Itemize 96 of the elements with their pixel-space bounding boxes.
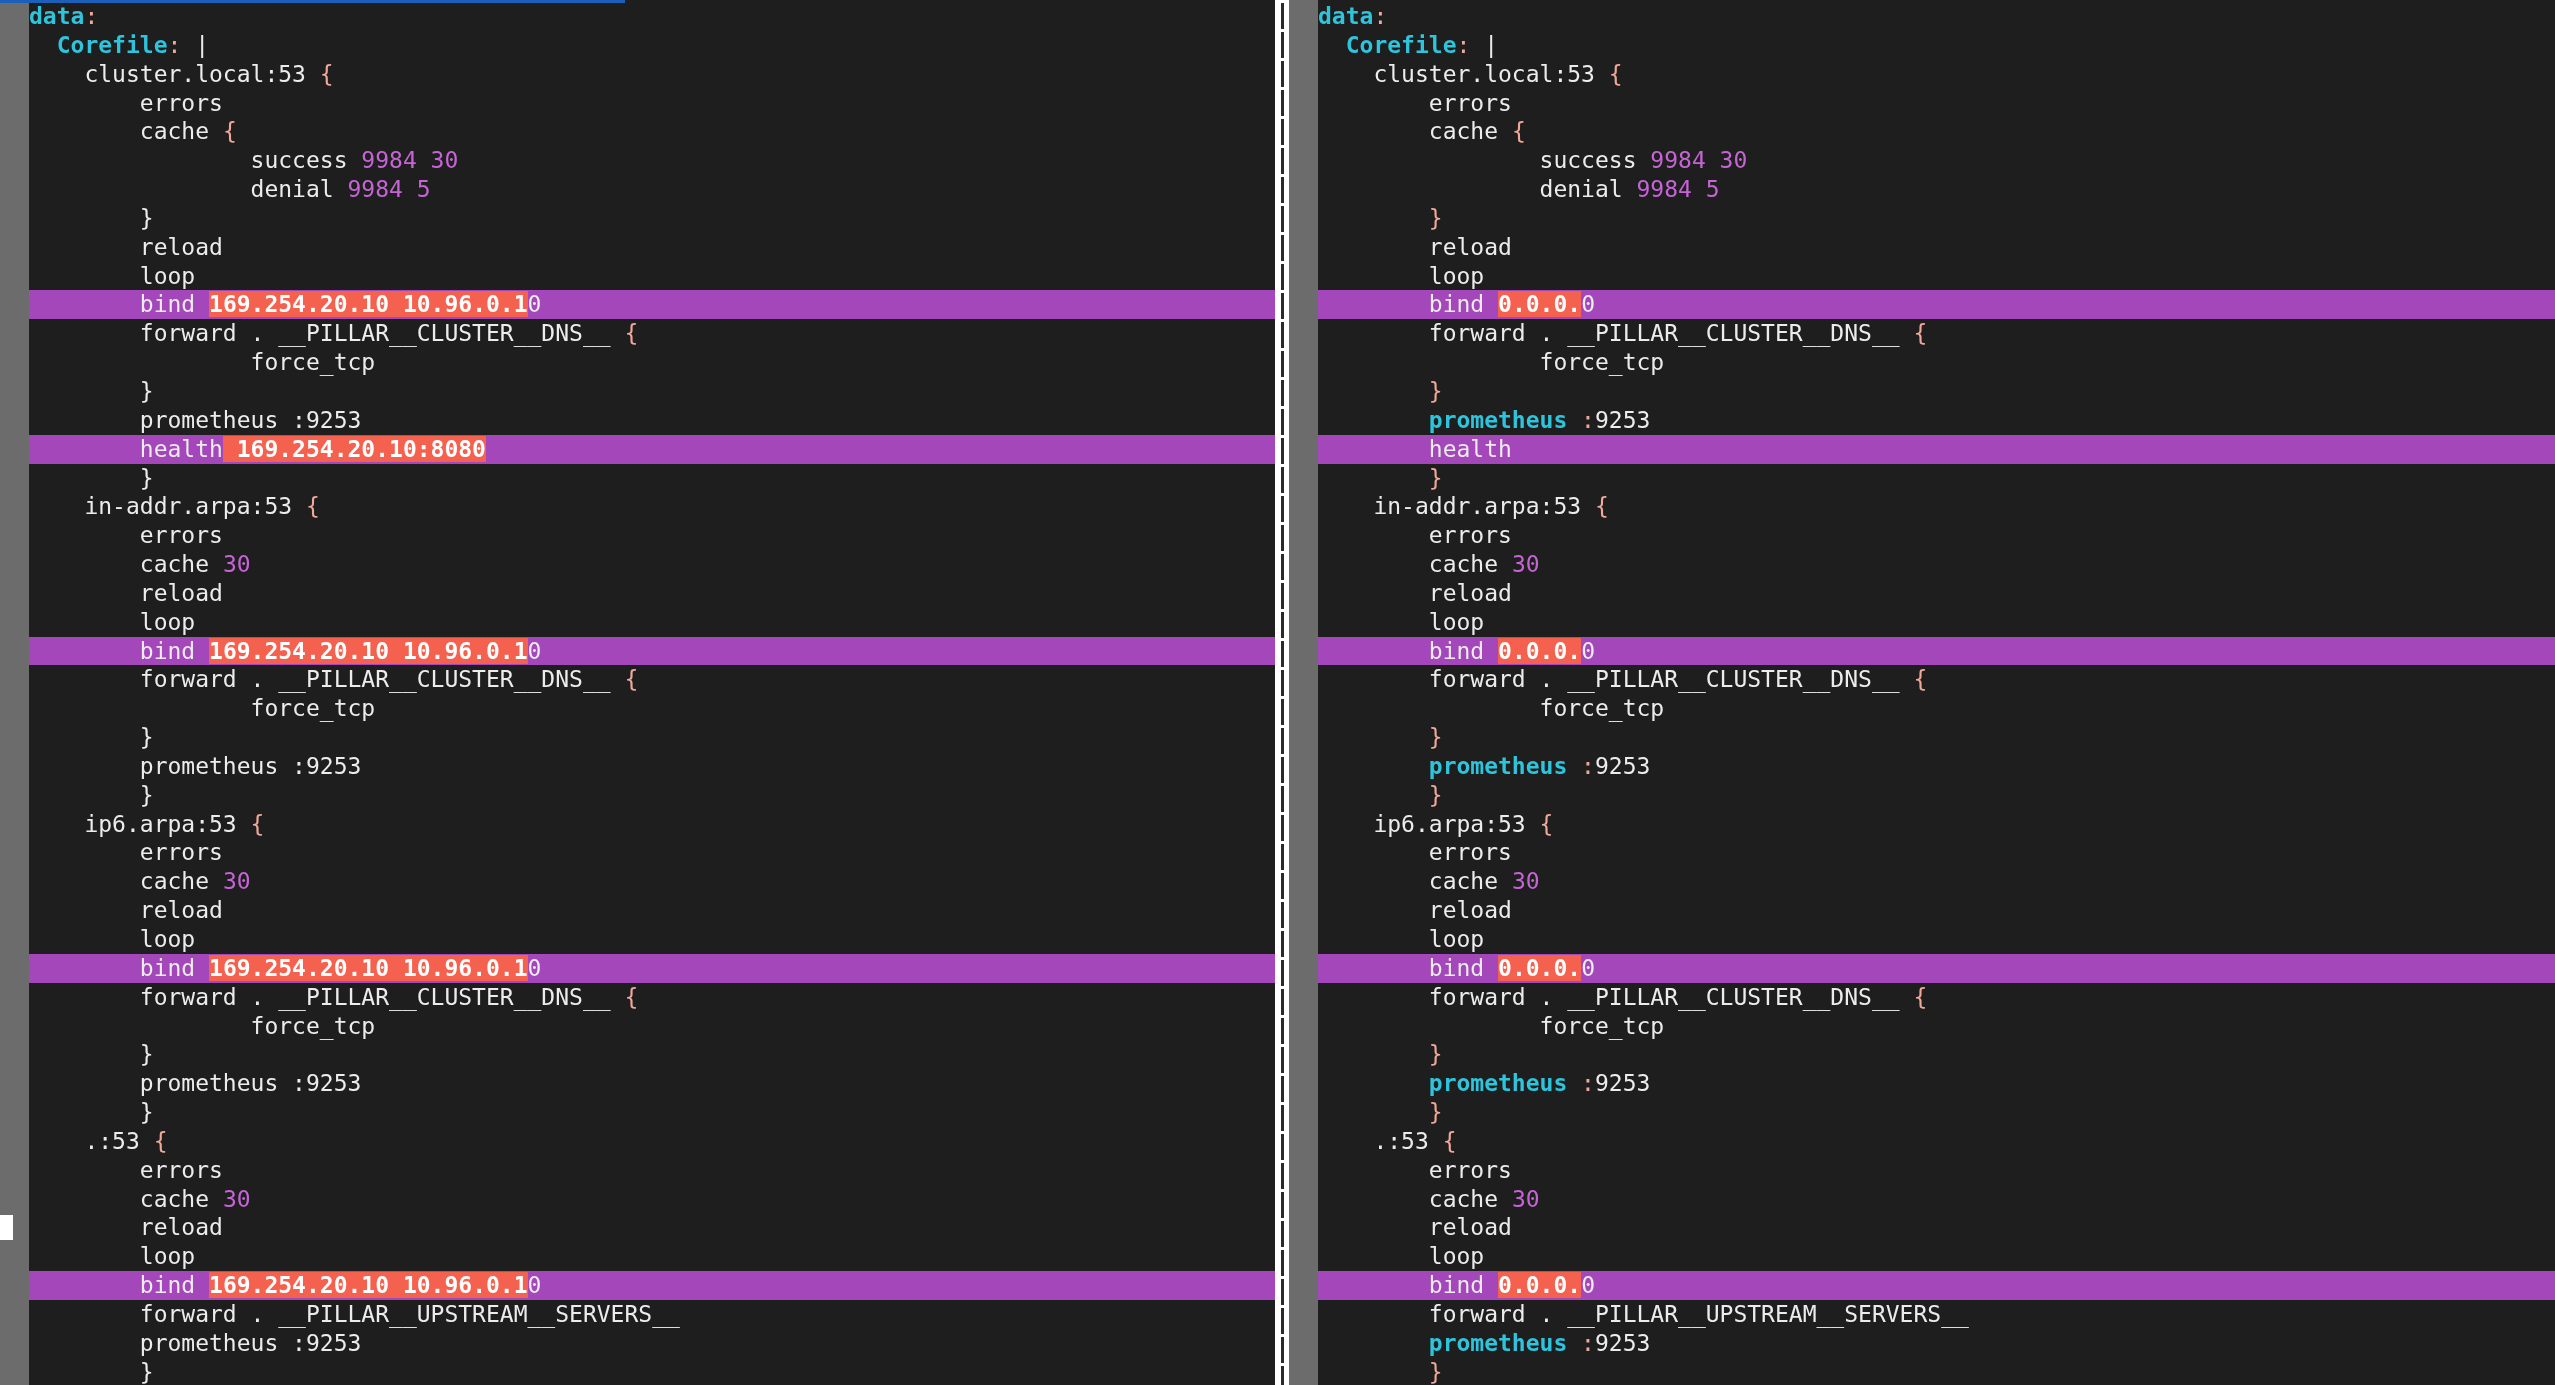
code-line: ip6.arpa:53 {	[1373, 809, 1554, 839]
code-line: reload	[1428, 1213, 1512, 1243]
code-line: }	[1428, 376, 1443, 406]
code-line: force_tcp	[250, 694, 376, 724]
code-line: }	[1428, 1357, 1443, 1385]
code-line: errors	[139, 88, 223, 118]
code-line: reload	[139, 578, 223, 608]
code-line: loop	[1428, 1242, 1485, 1272]
code-line: forward . __PILLAR__UPSTREAM__SERVERS__	[1428, 1299, 1969, 1329]
code-line: in-addr.arpa:53 {	[84, 492, 320, 522]
code-line: cache 30	[1428, 1184, 1540, 1214]
code-line: cluster.local:53 {	[1373, 59, 1623, 89]
code-line: }	[139, 376, 154, 406]
code-line: errors	[1428, 521, 1512, 551]
code-line: forward . __PILLAR__CLUSTER__DNS__ {	[1428, 982, 1928, 1012]
code-line: .:53 {	[84, 1126, 168, 1156]
code-line: }	[139, 1040, 154, 1070]
code-line: cache 30	[139, 550, 251, 579]
code-line: }	[139, 723, 154, 752]
code-line: }	[139, 1357, 154, 1385]
code-line: }	[1428, 723, 1443, 752]
code-line: }	[139, 203, 154, 233]
code-line: }	[1428, 1040, 1443, 1070]
code-line: }	[139, 1098, 154, 1127]
code-line: health	[1428, 434, 1512, 464]
code-line: force_tcp	[250, 1011, 376, 1041]
code-line: cache 30	[1428, 867, 1540, 897]
code-line: data:	[1318, 2, 1388, 31]
code-line: force_tcp	[250, 348, 376, 377]
code-line: ip6.arpa:53 {	[84, 809, 265, 839]
code-line: errors	[139, 1155, 223, 1185]
code-line: loop	[139, 925, 196, 954]
code-line: forward . __PILLAR__CLUSTER__DNS__ {	[139, 319, 639, 349]
code-line: cluster.local:53 {	[84, 59, 334, 89]
code-line: prometheus :9253	[1428, 751, 1651, 781]
code-line: force_tcp	[1539, 694, 1665, 724]
code-line: Corefile: |	[56, 30, 210, 60]
code-line: bind 0.0.0.0	[1428, 1271, 1595, 1300]
code-line: data:	[29, 2, 99, 31]
code-line: errors	[1428, 1155, 1512, 1185]
code-line: }	[1428, 780, 1443, 810]
code-line: in-addr.arpa:53 {	[1373, 492, 1609, 522]
code-line: reload	[139, 1213, 223, 1243]
code-line: health 169.254.20.10:8080	[139, 434, 486, 464]
code-line: bind 0.0.0.0	[1428, 290, 1595, 320]
code-line: }	[1428, 203, 1443, 233]
code-line: reload	[1428, 578, 1512, 608]
code-line: prometheus :9253	[1428, 1328, 1651, 1358]
code-line: reload	[1428, 232, 1512, 262]
code-line: loop	[1428, 607, 1485, 637]
code-line: prometheus :9253	[139, 405, 362, 435]
code-line: }	[1428, 1098, 1443, 1127]
code-line: loop	[139, 261, 196, 291]
code-line: prometheus :9253	[139, 751, 362, 781]
code-line: cache 30	[139, 867, 251, 897]
code-line: prometheus :9253	[139, 1069, 362, 1099]
code-line: denial 9984 5	[1539, 175, 1720, 204]
code-line: force_tcp	[1539, 348, 1665, 377]
code-line: cache 30	[1428, 550, 1540, 579]
code-line: errors	[1428, 838, 1512, 868]
code-line: loop	[139, 1242, 196, 1272]
code-line: .:53 {	[1373, 1126, 1457, 1156]
code-line: }	[139, 463, 154, 493]
code-line: loop	[1428, 261, 1485, 291]
code-line: errors	[139, 838, 223, 868]
code-line: forward . __PILLAR__CLUSTER__DNS__ {	[1428, 319, 1928, 349]
code-line: prometheus :9253	[1428, 1069, 1651, 1099]
code-line: forward . __PILLAR__CLUSTER__DNS__ {	[139, 665, 639, 695]
code-line: bind 0.0.0.0	[1428, 636, 1595, 666]
code-line: bind 169.254.20.10 10.96.0.10	[139, 953, 542, 983]
code-line: loop	[1428, 925, 1485, 954]
code-line: }	[1428, 463, 1443, 493]
code-line: bind 169.254.20.10 10.96.0.10	[139, 636, 542, 666]
code-line: success 9984 30	[1539, 146, 1748, 176]
code-line: loop	[139, 607, 196, 637]
code-line: bind 169.254.20.10 10.96.0.10	[139, 1271, 542, 1300]
code-line: cache 30	[139, 1184, 251, 1214]
code-line: reload	[139, 896, 223, 925]
code-line: denial 9984 5	[250, 175, 431, 204]
code-line: reload	[139, 232, 223, 262]
code-line: Corefile: |	[1345, 30, 1499, 60]
code-line: success 9984 30	[250, 146, 459, 176]
code-line: cache {	[139, 117, 237, 147]
code-line: bind 169.254.20.10 10.96.0.10	[139, 290, 542, 320]
code-line: forward . __PILLAR__CLUSTER__DNS__ {	[139, 982, 639, 1012]
code-line: errors	[139, 521, 223, 551]
code-line: reload	[1428, 896, 1512, 925]
code-line: force_tcp	[1539, 1011, 1665, 1041]
code-line: errors	[1428, 88, 1512, 118]
code-line: prometheus :9253	[139, 1328, 362, 1358]
code-line: forward . __PILLAR__UPSTREAM__SERVERS__	[139, 1299, 680, 1329]
code-line: bind 0.0.0.0	[1428, 953, 1595, 983]
code-line: prometheus :9253	[1428, 405, 1651, 435]
code-line: forward . __PILLAR__CLUSTER__DNS__ {	[1428, 665, 1928, 695]
code-line: cache {	[1428, 117, 1526, 147]
code-line: }	[139, 780, 154, 810]
